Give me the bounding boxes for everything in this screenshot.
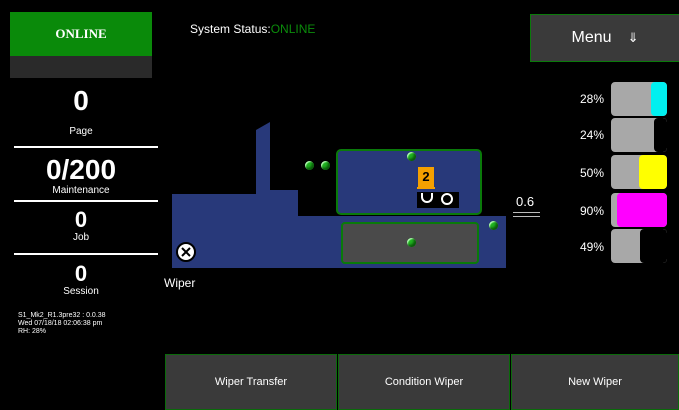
ink-fill [639,229,667,263]
ink-fill [653,118,667,152]
page-label: Page [69,126,93,137]
ink-cartridge-magenta [610,192,668,228]
divider [14,253,158,255]
menu-button[interactable]: Menu ⇓ [530,14,679,62]
ink-fill [616,193,667,227]
x-mark-icon [181,247,191,257]
datetime-text: Wed 07/18/18 02:06:38 pm [18,320,103,327]
ink-percent: 50% [579,166,604,180]
page-counter: 0 Page [10,86,152,138]
wiper-x-icon[interactable] [176,242,196,262]
double-arrow-down-icon: ⇓ [627,30,639,45]
gap-marker-line [513,216,540,217]
wiper-transfer-button[interactable]: Wiper Transfer [165,354,337,410]
humidity-text: RH: 28% [18,328,47,335]
status-label: System Status: [190,22,271,36]
maintenance-counter: 0/200 Maintenance [10,155,152,197]
system-info: S1_Mk2_R1.3pre32 : 0.0.38 Wed 07/18/18 0… [18,312,106,336]
ink-cartridge-yellow [610,154,668,190]
machine-diagram [172,122,506,268]
sensor-dot [489,221,498,230]
gap-value: 0.6 [516,194,535,209]
sensor-dot [407,238,416,247]
carriage-badge: 2 [418,167,434,187]
ink-cartridge-black [610,117,668,153]
page-count: 0 [73,85,89,116]
status-value: ONLINE [270,22,316,36]
menu-label: Menu [571,29,612,46]
ink-fill [639,155,667,189]
session-counter: 0 Session [10,262,152,298]
system-status: System Status:ONLINE [190,22,315,36]
version-text: S1_Mk2_R1.3pre32 : 0.0.38 [18,312,106,319]
wiper-label: Wiper [164,276,196,290]
ink-fill [651,82,667,116]
ink-percent: 28% [579,92,604,106]
new-wiper-button[interactable]: New Wiper [511,354,679,410]
job-label: Job [72,232,90,243]
job-count: 0 [74,207,88,232]
session-label: Session [63,286,99,297]
badge-underline [417,187,435,189]
session-count: 0 [74,261,88,286]
condition-wiper-button[interactable]: Condition Wiper [338,354,510,410]
divider [14,146,158,148]
status-strip [10,56,152,78]
carriage-roller-icon [441,193,453,205]
sensor-dot [305,161,314,170]
ink-percent: 24% [579,128,604,142]
job-counter: 0 Job [10,208,152,244]
divider [14,200,158,202]
ink-cartridge-cyan [610,81,668,117]
ink-percent: 90% [579,204,604,218]
maintenance-count: 0/200 [45,154,117,185]
gap-marker-line [513,212,540,213]
sensor-dot [407,152,416,161]
maintenance-label: Maintenance [52,185,110,196]
online-status-badge: ONLINE [10,12,152,56]
ink-percent: 49% [579,240,604,254]
sensor-dot [321,161,330,170]
ink-cartridge-black-2 [610,228,668,264]
